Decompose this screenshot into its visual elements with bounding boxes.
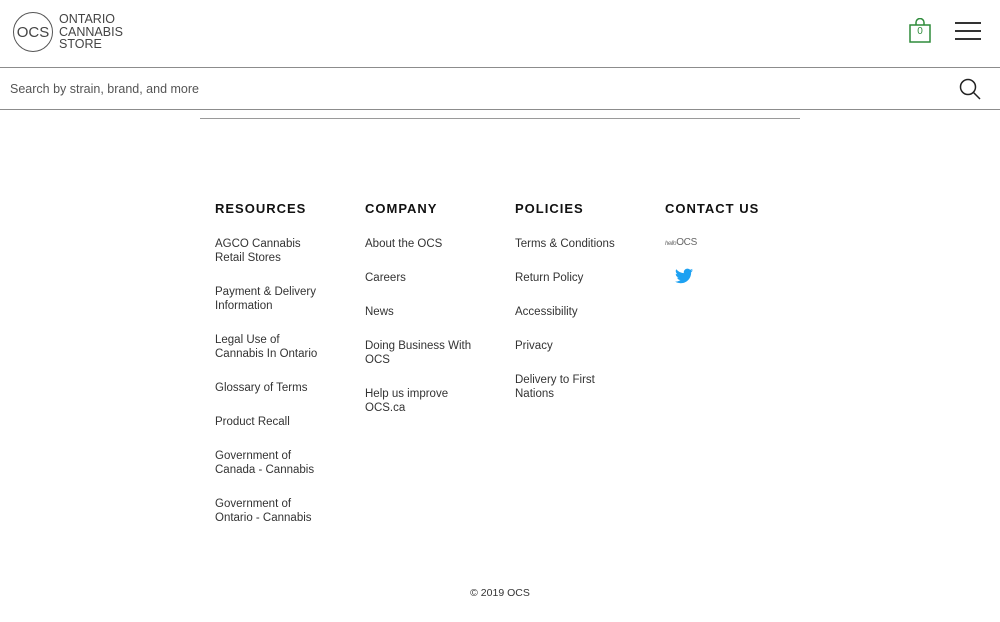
link-list: AGCO Cannabis Retail Stores Payment & De… (215, 237, 355, 525)
hamburger-line-icon (955, 38, 981, 40)
menu-button[interactable] (955, 22, 981, 42)
cart-count: 0 (917, 26, 923, 37)
logo-line-3: STORE (59, 37, 102, 52)
link-list: About the OCS Careers News Doing Busines… (365, 237, 505, 415)
link-return-policy[interactable]: Return Policy (515, 271, 655, 285)
search-icon[interactable] (958, 77, 982, 101)
link-privacy[interactable]: Privacy (515, 339, 655, 353)
logo-line-1: ONTARIO (59, 12, 116, 27)
link-help-improve[interactable]: Help us improve OCS.ca (365, 387, 465, 415)
link-list: Terms & Conditions Return Policy Accessi… (515, 237, 655, 401)
copyright: © 2019 OCS (470, 587, 530, 599)
column-heading: POLICIES (515, 201, 584, 216)
column-heading: RESOURCES (215, 201, 307, 216)
link-product-recall[interactable]: Product Recall (215, 415, 355, 429)
link-news[interactable]: News (365, 305, 505, 319)
search-input[interactable] (10, 78, 910, 100)
link-payment-delivery[interactable]: Payment & Delivery Information (215, 285, 330, 313)
footer-column-policies: POLICIES Terms & Conditions Return Polic… (515, 201, 655, 421)
shopping-bag-button[interactable]: 0 (908, 17, 932, 44)
link-terms-conditions[interactable]: Terms & Conditions (515, 237, 655, 251)
footer-column-contact: CONTACT US helloOCS (665, 201, 805, 284)
link-legal-use[interactable]: Legal Use of Cannabis In Ontario (215, 333, 330, 361)
hello-ocs-logo[interactable]: helloOCS (665, 237, 805, 248)
search-bar (0, 68, 1000, 110)
link-delivery-first-nations[interactable]: Delivery to First Nations (515, 373, 610, 401)
link-doing-business[interactable]: Doing Business With OCS (365, 339, 483, 367)
link-agco-retail-stores[interactable]: AGCO Cannabis Retail Stores (215, 237, 315, 265)
link-gov-ontario-cannabis[interactable]: Government of Ontario - Cannabis (215, 497, 320, 525)
logo-mark: OCS (13, 12, 53, 52)
link-gov-canada-cannabis[interactable]: Government of Canada - Cannabis (215, 449, 320, 477)
link-about-ocs[interactable]: About the OCS (365, 237, 505, 251)
site-header: OCS ONTARIO CANNABIS STORE 0 (0, 0, 1000, 68)
footer-column-resources: RESOURCES AGCO Cannabis Retail Stores Pa… (215, 201, 355, 545)
hello-ocs-mark: OCS (676, 237, 697, 248)
column-heading: CONTACT US (665, 201, 760, 216)
link-careers[interactable]: Careers (365, 271, 505, 285)
logo-wordmark: ONTARIO CANNABIS STORE (59, 13, 123, 51)
link-accessibility[interactable]: Accessibility (515, 305, 655, 319)
divider (200, 118, 800, 119)
footer-column-company: COMPANY About the OCS Careers News Doing… (365, 201, 505, 435)
ocs-logo[interactable]: OCS ONTARIO CANNABIS STORE (13, 12, 123, 52)
column-heading: COMPANY (365, 201, 438, 216)
hamburger-line-icon (955, 22, 981, 24)
hamburger-line-icon (955, 30, 981, 32)
link-glossary[interactable]: Glossary of Terms (215, 381, 355, 395)
twitter-icon[interactable] (675, 268, 693, 284)
hello-ocs-prefix: hello (665, 241, 677, 247)
